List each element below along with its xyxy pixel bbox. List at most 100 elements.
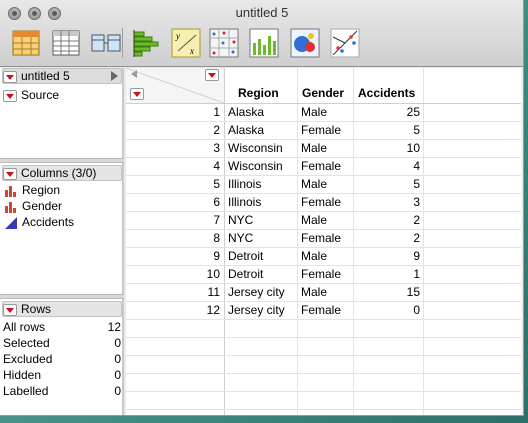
stat-label: Labelled (3, 384, 49, 398)
rows-corner-triangle-icon[interactable] (130, 88, 144, 100)
table-row[interactable]: 8 NYC Female 2 (126, 229, 523, 247)
cell-gender[interactable]: Male (301, 211, 327, 229)
row-number[interactable]: 6 (126, 193, 220, 211)
stat-value: 0 (114, 352, 121, 366)
cell-accidents[interactable]: 4 (354, 157, 420, 175)
row-number[interactable]: 3 (126, 139, 220, 157)
table-row[interactable]: 2 Alaska Female 5 (126, 121, 523, 139)
graph-builder-icon[interactable] (248, 27, 280, 59)
table-row[interactable]: 5 Illinois Male 5 (126, 175, 523, 193)
column-header-gender[interactable]: Gender (302, 85, 344, 101)
column-item-gender[interactable]: Gender (5, 198, 62, 214)
cell-accidents[interactable]: 0 (354, 301, 420, 319)
cell-gender[interactable]: Female (301, 229, 341, 247)
row-number[interactable]: 4 (126, 157, 220, 175)
row-number[interactable]: 11 (126, 283, 220, 301)
table-row[interactable]: 9 Detroit Male 9 (126, 247, 523, 265)
cell-gender[interactable]: Female (301, 301, 341, 319)
cell-region[interactable]: Wisconsin (228, 139, 283, 157)
cell-accidents[interactable]: 2 (354, 211, 420, 229)
source-row[interactable]: Source (3, 87, 59, 103)
data-table-icon[interactable] (10, 27, 42, 59)
column-item-region[interactable]: Region (5, 182, 60, 198)
rows-stat-all[interactable]: All rows 12 (3, 319, 121, 335)
cell-region[interactable]: Illinois (228, 175, 261, 193)
table-row[interactable]: 12 Jersey city Female 0 (126, 301, 523, 319)
column-header-accidents[interactable]: Accidents (358, 85, 415, 101)
scatterplot-matrix-icon[interactable] (208, 27, 240, 59)
row-number[interactable]: 8 (126, 229, 220, 247)
cell-region[interactable]: Detroit (228, 265, 263, 283)
rows-menu-triangle-icon[interactable] (3, 303, 17, 316)
cell-accidents[interactable]: 3 (354, 193, 420, 211)
cell-region[interactable]: NYC (228, 211, 253, 229)
table-menu-triangle-icon[interactable] (3, 70, 17, 83)
cell-accidents[interactable]: 2 (354, 229, 420, 247)
nominal-icon (5, 185, 16, 197)
cell-gender[interactable]: Female (301, 193, 341, 211)
table-row[interactable]: 4 Wisconsin Female 4 (126, 157, 523, 175)
rows-stat-labelled[interactable]: Labelled 0 (3, 383, 121, 399)
table-row[interactable]: 7 NYC Male 2 (126, 211, 523, 229)
row-number[interactable]: 9 (126, 247, 220, 265)
cell-accidents[interactable]: 9 (354, 247, 420, 265)
panel-divider[interactable] (0, 158, 124, 163)
cell-gender[interactable]: Female (301, 157, 341, 175)
columns-header-row[interactable]: Columns (3/0) (3, 165, 96, 181)
cell-region[interactable]: Jersey city (228, 301, 285, 319)
cell-gender[interactable]: Male (301, 139, 327, 157)
collapse-arrow-icon[interactable] (131, 70, 137, 78)
cell-accidents[interactable]: 5 (354, 175, 420, 193)
stat-value: 0 (114, 384, 121, 398)
cell-gender[interactable]: Female (301, 121, 341, 139)
tables-join-icon[interactable] (90, 27, 122, 59)
columns-corner-triangle-icon[interactable] (205, 69, 219, 81)
cell-gender[interactable]: Male (301, 103, 327, 121)
rows-stat-selected[interactable]: Selected 0 (3, 335, 121, 351)
vertical-scrollbar[interactable] (521, 68, 523, 415)
cell-region[interactable]: Detroit (228, 247, 263, 265)
table-row[interactable]: 3 Wisconsin Male 10 (126, 139, 523, 157)
table-row[interactable]: 1 Alaska Male 25 (126, 103, 523, 121)
expand-arrow-icon[interactable] (111, 71, 118, 81)
cell-gender[interactable]: Male (301, 247, 327, 265)
row-number[interactable]: 2 (126, 121, 220, 139)
columns-menu-triangle-icon[interactable] (3, 167, 17, 180)
table-name-row[interactable]: untitled 5 (3, 68, 70, 84)
cell-region[interactable]: NYC (228, 229, 253, 247)
cell-accidents[interactable]: 15 (354, 283, 420, 301)
row-number[interactable]: 10 (126, 265, 220, 283)
distribution-icon[interactable] (130, 27, 162, 59)
cell-accidents[interactable]: 1 (354, 265, 420, 283)
cell-gender[interactable]: Female (301, 265, 341, 283)
column-viewer-icon[interactable] (50, 27, 82, 59)
cell-accidents[interactable]: 5 (354, 121, 420, 139)
row-number[interactable]: 5 (126, 175, 220, 193)
rows-stat-excluded[interactable]: Excluded 0 (3, 351, 121, 367)
row-number[interactable]: 1 (126, 103, 220, 121)
rows-stat-hidden[interactable]: Hidden 0 (3, 367, 121, 383)
fit-y-by-x-icon[interactable]: yx (170, 27, 202, 59)
cell-gender[interactable]: Male (301, 283, 327, 301)
source-menu-triangle-icon[interactable] (3, 89, 17, 102)
row-number[interactable]: 12 (126, 301, 220, 319)
table-row[interactable]: 11 Jersey city Male 15 (126, 283, 523, 301)
rows-header-row[interactable]: Rows (3, 301, 51, 317)
panel-divider[interactable] (0, 294, 124, 299)
cell-gender[interactable]: Male (301, 175, 327, 193)
bivariate-plot-icon[interactable] (329, 27, 361, 59)
row-number[interactable]: 7 (126, 211, 220, 229)
row-divider (126, 319, 523, 320)
table-row[interactable]: 10 Detroit Female 1 (126, 265, 523, 283)
cell-region[interactable]: Alaska (228, 121, 264, 139)
cell-region[interactable]: Alaska (228, 103, 264, 121)
column-item-accidents[interactable]: Accidents (5, 214, 74, 230)
table-row[interactable]: 6 Illinois Female 3 (126, 193, 523, 211)
cell-region[interactable]: Jersey city (228, 283, 285, 301)
multivariate-icon[interactable] (289, 27, 321, 59)
cell-accidents[interactable]: 10 (354, 139, 420, 157)
cell-accidents[interactable]: 25 (354, 103, 420, 121)
cell-region[interactable]: Illinois (228, 193, 261, 211)
column-header-region[interactable]: Region (238, 85, 279, 101)
cell-region[interactable]: Wisconsin (228, 157, 283, 175)
